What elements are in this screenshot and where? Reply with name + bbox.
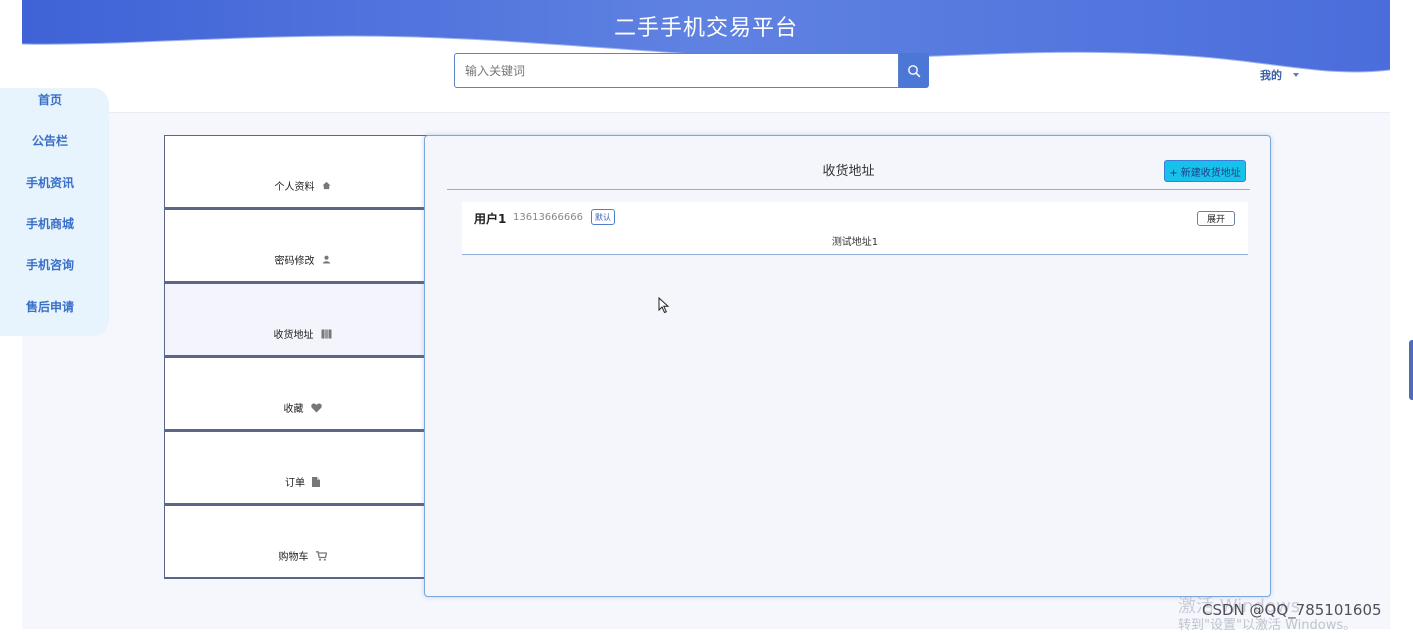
account-item-label: 收藏 (283, 404, 304, 415)
address-detail: 测试地址1 (831, 237, 879, 248)
site-title: 二手手机交易平台 (613, 16, 798, 41)
user-icon (322, 255, 330, 264)
header: 二手手机交易平台 我的 (22, 0, 1390, 113)
account-item-address-row: 收货地址 (165, 326, 440, 341)
account-item-password[interactable]: 密码修改 (164, 209, 439, 283)
user-menu-dropdown[interactable]: 我的 (1260, 67, 1299, 83)
default-badge: 默认 (591, 209, 615, 225)
account-item-favorites[interactable]: 收藏 (164, 357, 439, 431)
account-item-password-row: 密码修改 (165, 252, 440, 267)
account-item-label: 收货地址 (273, 330, 314, 341)
address-panel: 收货地址 + 新建收货地址 用户1 13613666666 默认 展开 测试地址… (424, 135, 1271, 597)
search-bar (454, 53, 929, 88)
nav-item-bulletin[interactable]: 公告栏 (0, 132, 100, 149)
account-item-label: 购物车 (278, 552, 309, 563)
account-item-profile[interactable]: 个人资料 (164, 135, 439, 209)
scroll-edge-indicator (1409, 340, 1413, 400)
divider (447, 189, 1250, 190)
search-button[interactable] (899, 53, 929, 88)
page: 二手手机交易平台 我的 个人资料 (22, 0, 1390, 629)
nav-item-phone-news[interactable]: 手机资讯 (0, 174, 100, 191)
expand-button[interactable]: 展开 (1197, 211, 1235, 226)
account-item-cart-row: 购物车 (165, 548, 440, 563)
nav-item-after-sales[interactable]: 售后申请 (0, 298, 100, 315)
new-address-button[interactable]: + 新建收货地址 (1164, 160, 1246, 182)
account-item-orders[interactable]: 订单 (164, 431, 439, 505)
cart-icon (315, 550, 327, 561)
csdn-credit: CSDN @QQ_785101605 (1202, 601, 1382, 619)
file-icon (312, 476, 320, 487)
mouse-cursor-icon (658, 297, 670, 314)
account-item-favorites-row: 收藏 (165, 400, 440, 415)
address-card: 用户1 13613666666 默认 展开 测试地址1 (462, 202, 1248, 255)
address-phone: 13613666666 (513, 212, 583, 223)
home-icon (321, 181, 331, 190)
account-item-orders-row: 订单 (165, 474, 440, 489)
account-item-label: 密码修改 (274, 256, 315, 267)
left-nav: 首页 公告栏 手机资讯 手机商城 手机咨询 售后申请 (0, 88, 109, 336)
chevron-down-icon (1293, 73, 1299, 77)
account-item-label: 订单 (285, 478, 305, 489)
account-item-address[interactable]: 收货地址 (164, 283, 439, 357)
search-icon (908, 64, 921, 77)
search-input[interactable] (454, 53, 899, 88)
account-item-profile-row: 个人资料 (165, 178, 440, 193)
heart-icon (310, 403, 322, 412)
account-item-label: 个人资料 (274, 182, 315, 193)
user-menu-label: 我的 (1260, 69, 1282, 82)
nav-item-home[interactable]: 首页 (0, 91, 100, 108)
map-icon (321, 329, 331, 338)
nav-item-phone-consult[interactable]: 手机咨询 (0, 256, 100, 273)
nav-item-phone-mall[interactable]: 手机商城 (0, 215, 100, 232)
account-item-cart[interactable]: 购物车 (164, 505, 439, 579)
address-recipient-name: 用户1 (474, 212, 507, 226)
panel-title: 收货地址 (822, 164, 875, 179)
